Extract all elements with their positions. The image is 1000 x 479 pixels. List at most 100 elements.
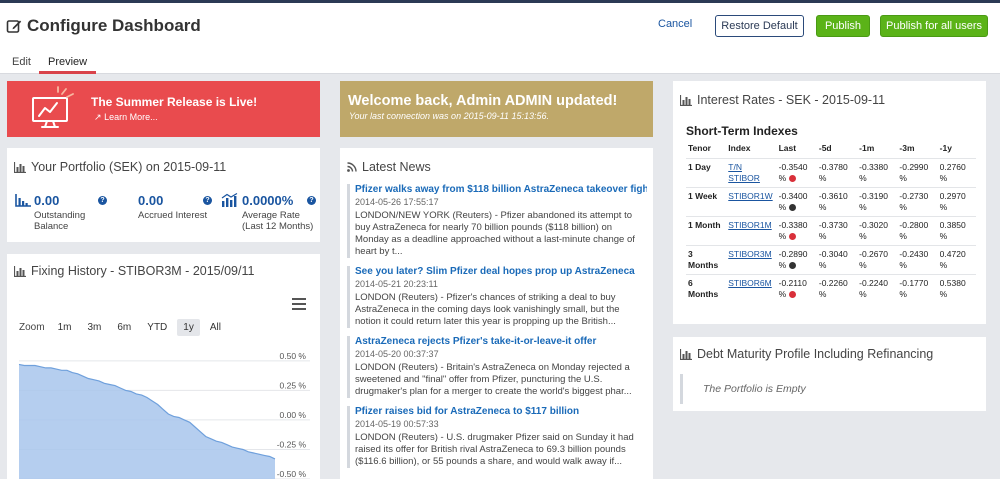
- bar-chart-icon: [680, 94, 692, 106]
- index-link[interactable]: STIBOR6M: [728, 278, 771, 288]
- last-cell: -0.3380 %: [776, 216, 817, 246]
- rate-label-line2: (Last 12 Months): [242, 221, 314, 232]
- news-item[interactable]: See you later? Slim Pfizer deal hopes pr…: [347, 266, 647, 328]
- view-tabs: Edit Preview: [0, 48, 1000, 74]
- active-tab-indicator: [39, 71, 96, 74]
- news-header: Latest News: [347, 160, 431, 174]
- learn-more-link[interactable]: ↗ Learn More...: [94, 112, 158, 123]
- publish-button[interactable]: Publish: [816, 15, 870, 37]
- zoom-1y-button[interactable]: 1y: [177, 319, 200, 336]
- m1-cell: -0.3020 %: [857, 216, 898, 246]
- interest-rates-panel: Interest Rates - SEK - 2015-09-11 Short-…: [673, 81, 986, 324]
- col-5d: -5d: [818, 143, 832, 153]
- news-headline[interactable]: AstraZeneca rejects Pfizer's take-it-or-…: [355, 336, 647, 347]
- index-cell: STIBOR6M: [726, 274, 777, 303]
- trend-down-icon: [788, 204, 796, 211]
- last-cell: -0.2890 %: [776, 245, 817, 275]
- fixing-header: Fixing History - STIBOR3M - 2015/09/11: [14, 264, 254, 278]
- trend-up-icon: [788, 175, 796, 182]
- latest-news-panel: Latest News Pfizer walks away from $118 …: [340, 148, 653, 479]
- m1-cell: -0.2670 %: [857, 245, 898, 275]
- index-link[interactable]: T/N STIBOR: [728, 162, 760, 183]
- y1-cell: 0.3850 %: [937, 216, 976, 246]
- news-date: 2014-05-19 00:57:33: [355, 419, 439, 429]
- index-cell: STIBOR1W: [726, 187, 777, 217]
- news-headline[interactable]: See you later? Slim Pfizer deal hopes pr…: [355, 266, 647, 277]
- tenor-cell: 1 Day: [686, 158, 727, 188]
- page-header: Configure Dashboard Cancel Restore Defau…: [0, 3, 1000, 48]
- col-tenor: Tenor: [688, 143, 711, 153]
- trend-down-icon: [788, 262, 796, 269]
- zoom-6m-button[interactable]: 6m: [111, 319, 138, 336]
- last-cell: -0.3400 %: [776, 187, 817, 217]
- debt-maturity-panel: Debt Maturity Profile Including Refinanc…: [673, 337, 986, 411]
- monitor-chart-icon: [32, 86, 74, 128]
- debt-title: Debt Maturity Profile Including Refinanc…: [697, 347, 934, 361]
- d5-cell: -0.3040 %: [816, 245, 858, 275]
- index-cell: STIBOR3M: [726, 245, 777, 275]
- d5-cell: -0.2260 %: [816, 274, 858, 303]
- last-cell: -0.3540 %: [776, 158, 817, 188]
- bar-chart-icon: [15, 194, 31, 207]
- tab-preview[interactable]: Preview: [48, 56, 87, 68]
- bar-chart-icon: [14, 161, 26, 173]
- d5-cell: -0.3780 %: [816, 158, 858, 188]
- y1-cell: 0.5380 %: [937, 274, 976, 303]
- zoom-all-button[interactable]: All: [203, 319, 227, 336]
- rate-area: [19, 364, 275, 479]
- rates-title: Interest Rates - SEK - 2015-09-11: [697, 93, 886, 107]
- index-link[interactable]: STIBOR1M: [728, 220, 771, 230]
- y-tick-label: 0.50 %: [280, 351, 307, 361]
- news-title: Latest News: [362, 160, 431, 174]
- y-tick-label: -0.25 %: [277, 439, 307, 449]
- zoom-3m-button[interactable]: 3m: [81, 319, 108, 336]
- news-headline[interactable]: Pfizer raises bid for AstraZeneca to $11…: [355, 406, 647, 417]
- y1-cell: 0.2760 %: [937, 158, 976, 188]
- d5-cell: -0.3610 %: [816, 187, 858, 217]
- help-icon[interactable]: ?: [203, 196, 212, 205]
- restore-default-button[interactable]: Restore Default: [715, 15, 804, 37]
- accrued-interest-value: 0.00: [138, 193, 164, 208]
- page-title-group: Configure Dashboard: [6, 16, 201, 36]
- welcome-title: Welcome back, Admin ADMIN updated!: [348, 93, 618, 109]
- outstanding-balance-value: 0.00: [34, 193, 60, 208]
- tab-edit[interactable]: Edit: [12, 56, 31, 68]
- publish-all-users-button[interactable]: Publish for all users: [880, 15, 988, 37]
- tenor-cell: 3 Months: [686, 245, 727, 275]
- rate-chart-icon: [221, 193, 238, 207]
- news-headline[interactable]: Pfizer walks away from $118 billion Astr…: [355, 184, 647, 195]
- y1-cell: 0.4720 %: [937, 245, 976, 275]
- news-item[interactable]: Pfizer walks away from $118 billion Astr…: [347, 184, 647, 258]
- news-item[interactable]: AstraZeneca rejects Pfizer's take-it-or-…: [347, 336, 647, 398]
- trend-up-icon: [788, 233, 796, 240]
- outstanding-label-line1: Outstanding: [34, 210, 86, 221]
- help-icon[interactable]: ?: [307, 196, 316, 205]
- menu-icon[interactable]: [292, 298, 306, 310]
- summer-release-banner[interactable]: The Summer Release is Live! ↗ Learn More…: [7, 81, 320, 137]
- welcome-banner: Welcome back, Admin ADMIN updated! Your …: [340, 81, 653, 137]
- y-tick-label: 0.00 %: [280, 410, 307, 420]
- table-row: 1 Day T/N STIBOR -0.3540 % -0.3780 % -0.338…: [686, 158, 976, 188]
- page-title: Configure Dashboard: [27, 16, 201, 35]
- index-cell: T/N STIBOR: [726, 158, 777, 188]
- fixing-history-chart[interactable]: 0.50 % 0.25 % 0.00 % -0.25 % -0.50 %: [7, 344, 320, 479]
- m3-cell: -0.2730 %: [897, 187, 938, 217]
- news-item[interactable]: Pfizer raises bid for AstraZeneca to $11…: [347, 406, 647, 468]
- zoom-ytd-button[interactable]: YTD: [141, 319, 174, 336]
- index-link[interactable]: STIBOR3M: [728, 249, 771, 259]
- table-row: 6 Months STIBOR6M -0.2110 % -0.2260 % -0.22…: [686, 274, 976, 303]
- cancel-button[interactable]: Cancel: [658, 18, 692, 30]
- news-summary: LONDON (Reuters) - Pfizer's chances of s…: [355, 292, 620, 327]
- rate-label-line1: Average Rate: [242, 210, 300, 221]
- help-icon[interactable]: ?: [98, 196, 107, 205]
- news-date: 2014-05-21 20:23:11: [355, 279, 438, 289]
- zoom-1m-button[interactable]: 1m: [51, 319, 78, 336]
- index-link[interactable]: STIBOR1W: [728, 191, 772, 201]
- m3-cell: -0.2800 %: [897, 216, 938, 246]
- col-3m: -3m: [899, 143, 915, 153]
- rss-icon: [347, 162, 357, 172]
- average-rate-label: Average Rate (Last 12 Months): [242, 210, 313, 232]
- news-date: 2014-05-26 17:55:17: [355, 197, 439, 207]
- col-last: Last: [778, 143, 797, 153]
- tenor-cell: 1 Week: [686, 187, 727, 217]
